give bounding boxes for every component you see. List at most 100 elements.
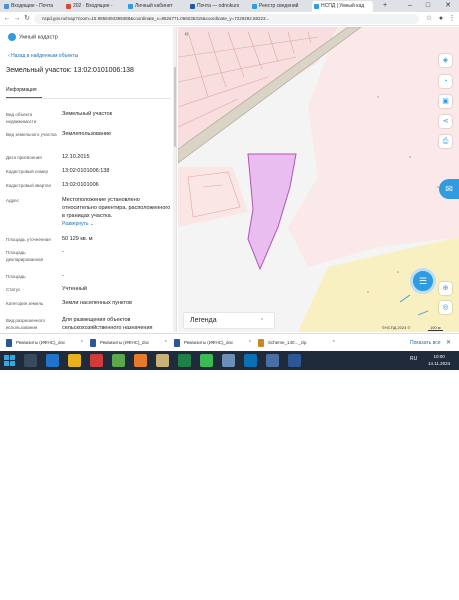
browser-tab[interactable]: Входящие - Почта [2,1,63,12]
download-item[interactable]: Scheme_140..._zip ⌃ [258,338,338,348]
download-name: Реквизиты (ИФНС)_doc [100,340,150,345]
property-key: Кадастровый квартал [6,183,52,188]
property-value: - [62,249,64,255]
property-value: Учтенный [62,286,87,292]
show-all-downloads-link[interactable]: Показать все [410,338,441,348]
download-item[interactable]: Реквизиты (ИФНС)_doc ⌃ [90,338,170,348]
collapse-panel-button[interactable]: « [182,30,191,40]
app-icon[interactable] [266,354,279,367]
file-icon [174,339,180,347]
download-item[interactable]: Реквизиты (ИФНС)_doc ⌃ [6,338,86,348]
property-value: Земли населенных пунктов [62,300,132,306]
property-key: Дата присвоения [6,155,42,160]
minimize-button[interactable]: – [403,0,417,12]
app-icon[interactable] [90,354,103,367]
forward-arrow-icon[interactable]: → [12,14,22,24]
tab-favicon-icon [190,4,195,9]
tab-label: НСПД | Умный кад [321,3,365,9]
app-icon[interactable] [112,354,125,367]
search-icon[interactable] [24,354,37,367]
support-chat-tab[interactable]: ✉ [439,179,459,199]
tab-label: Почта — odnokurs [197,3,240,9]
browser-tab-active[interactable]: НСПД | Умный кад [312,1,373,12]
download-name: Реквизиты (ИФНС)_doc [16,340,66,345]
property-key: Адрес [6,198,19,203]
share-icon[interactable]: ⋖ [439,115,452,128]
property-key: Статус [6,287,21,292]
reload-icon[interactable]: ↻ [22,14,32,24]
clock[interactable]: 10:00 14.11.2024 [428,353,450,367]
measure-icon[interactable]: ◔ [439,75,452,88]
tab-information[interactable]: Информация [6,87,42,98]
chevron-up-icon: ⌃ [79,340,84,346]
legend-label: Легенда [190,317,217,324]
downloads-bar: Реквизиты (ИФНС)_doc ⌃ Реквизиты (ИФНС)_d… [0,333,459,350]
language-indicator[interactable]: RU [410,356,417,362]
property-key: Площадь декларированная [6,250,44,263]
tab-bar: Входящие - Почта 202 · Входящие - Личный… [0,0,459,12]
address-bar-row: ← → ↻ nspd.gov.ru/map?zoom=15.9858494389… [0,12,459,26]
zoom-control-icon[interactable]: ⊕ [439,282,452,295]
property-key: Вид разрешенного использования [6,318,46,331]
chrome-icon[interactable] [200,354,213,367]
tab-favicon-icon [314,4,319,9]
browser-tab[interactable]: Личный кабинет [126,1,187,12]
close-window-button[interactable]: ✕ [441,0,455,12]
address-value: Местоположение установлено относительно … [62,197,171,219]
close-icon[interactable]: ✕ [446,338,451,348]
property-key: Категория земель [6,301,44,306]
new-tab-button[interactable]: + [378,0,392,12]
tab-favicon-icon [66,4,71,9]
url-input[interactable]: nspd.gov.ru/map?zoom=15.9858494389388&co… [34,14,419,24]
brand[interactable]: Умный кадастр [8,33,58,41]
tab-favicon-icon [4,4,9,9]
download-item[interactable]: Реквизиты (ИФНС)_doc ⌃ [174,338,254,348]
property-value: 13:02:0101006:138 [62,168,110,174]
browser-tab[interactable]: 202 · Входящие - [64,1,125,12]
property-value: Для размещения объектов сельскохозяйстве… [62,317,153,331]
browser-window: Входящие - Почта 202 · Входящие - Личный… [0,0,459,372]
tab-favicon-icon [128,4,133,9]
download-name: Scheme_140..._zip [268,340,307,345]
tab-label: Реестр сведений [259,3,299,9]
file-icon [90,339,96,347]
hp-icon[interactable] [244,354,257,367]
chat-button[interactable]: ☰ [410,268,436,294]
folder-icon[interactable] [68,354,81,367]
printer-icon[interactable]: ⎙ [439,135,452,148]
map-scale: 100 м [428,325,443,331]
file-icon [6,339,12,347]
windows-start-icon[interactable] [4,355,15,366]
word-icon[interactable] [288,354,301,367]
property-key: Вид земельного участка [6,132,57,137]
notes-icon[interactable] [156,354,169,367]
back-link[interactable]: ‹ Назад в найденным объекты [8,53,78,59]
star-icon[interactable]: ☆ [424,14,434,24]
geolocation-icon[interactable]: ◎ [439,301,452,314]
maximize-button[interactable]: □ [421,0,435,12]
map-credits: ©НСПД 2024 © [382,325,411,330]
expand-link[interactable]: Развернуть [62,221,89,227]
panel-scrollbar-thumb[interactable] [174,67,176,147]
clock-time: 10:00 [433,354,445,359]
page-title: Земельный участок: 13:02:0101006:138 [6,67,134,74]
layers-icon[interactable]: ◈ [439,54,452,67]
browser-tab[interactable]: Почта — odnokurs [188,1,249,12]
edge-icon[interactable] [46,354,59,367]
browser-tab[interactable]: Реестр сведений [250,1,311,12]
property-key: Площадь уточненная [6,237,51,242]
tab-label: Входящие - Почта [11,3,54,9]
back-arrow-icon[interactable]: ← [2,14,12,24]
print-area-icon[interactable]: ▣ [439,95,452,108]
excel-icon[interactable] [178,354,191,367]
profile-icon[interactable]: ● [436,14,446,24]
clock-date: 14.11.2024 [428,361,451,366]
property-value: - [62,273,64,279]
archive-icon [258,339,264,347]
property-value: 50 129 кв. м [62,236,93,242]
firefox-icon[interactable] [134,354,147,367]
property-key: Кадастровый номер [6,169,49,174]
app-icon[interactable] [222,354,235,367]
menu-icon[interactable]: ⋮ [447,14,457,24]
property-key: Вид объекта недвижимости [6,112,37,125]
